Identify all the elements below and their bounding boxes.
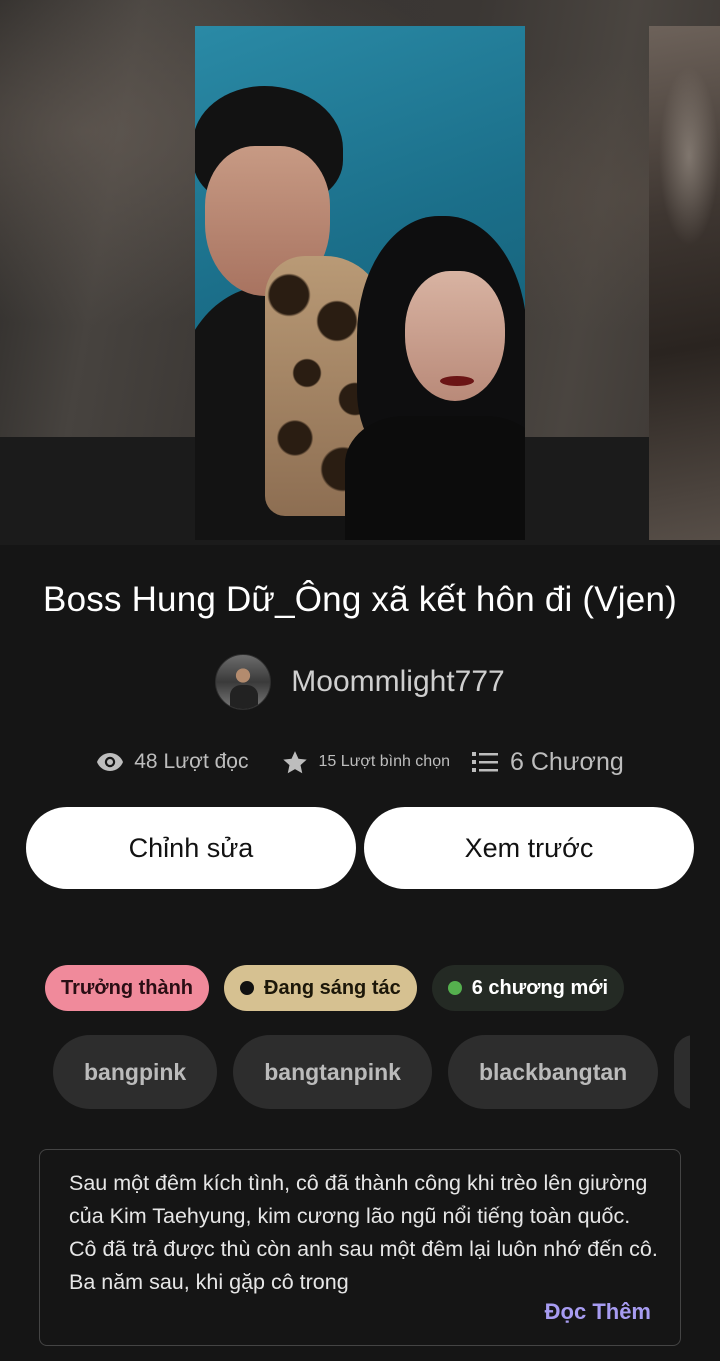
tag-chip[interactable]: bangtanpink — [233, 1035, 432, 1109]
next-cover[interactable] — [649, 26, 720, 540]
votes-count: 15 Lượt bình chọn — [318, 753, 450, 770]
cover-figure-woman — [345, 216, 525, 540]
story-cover[interactable] — [195, 26, 525, 540]
mature-label: Trưởng thành — [61, 976, 194, 999]
read-more-link[interactable]: Đọc Thêm — [545, 1299, 651, 1325]
green-dot-icon — [447, 981, 462, 995]
story-description[interactable]: Sau một đêm kích tình, cô đã thành công … — [39, 1149, 681, 1346]
eye-icon — [96, 752, 124, 772]
status-dot-icon — [240, 981, 255, 995]
new-parts-badge: 6 chương mới — [431, 965, 625, 1011]
votes-stat: 15 Lượt bình chọn — [282, 750, 450, 775]
tag-chip[interactable]: blackbangtan — [447, 1035, 659, 1109]
star-icon — [282, 750, 308, 775]
status-pills: Trưởng thành Đang sáng tác 6 chương mới — [45, 965, 625, 1011]
story-title: Boss Hung Dữ_Ông xã kết hôn đi (Vjen) — [43, 580, 677, 619]
reads-count: 48 Lượt đọc — [134, 750, 249, 773]
reads-stat: 48 Lượt đọc — [96, 750, 248, 774]
author-avatar[interactable] — [215, 654, 272, 710]
description-text: Sau một đêm kích tình, cô đã thành công … — [69, 1171, 658, 1294]
story-stats: 48 Lượt đọc 15 Lượt bình chọn 6 Chương — [0, 740, 720, 784]
tag-chip-partial[interactable] — [674, 1035, 690, 1109]
author-row[interactable]: Moommlight777 — [0, 652, 720, 712]
writing-status-label: Đang sáng tác — [264, 976, 401, 999]
edit-button[interactable]: Chỉnh sửa — [26, 807, 356, 889]
tag-chip[interactable]: bangpink — [53, 1035, 218, 1109]
list-icon — [472, 751, 498, 773]
cover-carousel[interactable] — [0, 0, 720, 545]
parts-count[interactable]: 6 Chương — [510, 748, 624, 777]
parts-stat[interactable]: 6 Chương — [472, 748, 624, 777]
writing-status-badge: Đang sáng tác — [224, 965, 417, 1011]
tag-list[interactable]: bangpink bangtanpink blackbangtan — [53, 1035, 690, 1109]
new-parts-label: 6 chương mới — [471, 976, 609, 999]
preview-button[interactable]: Xem trước — [364, 807, 694, 889]
mature-badge: Trưởng thành — [45, 965, 210, 1011]
author-name[interactable]: Moommlight777 — [291, 665, 504, 699]
